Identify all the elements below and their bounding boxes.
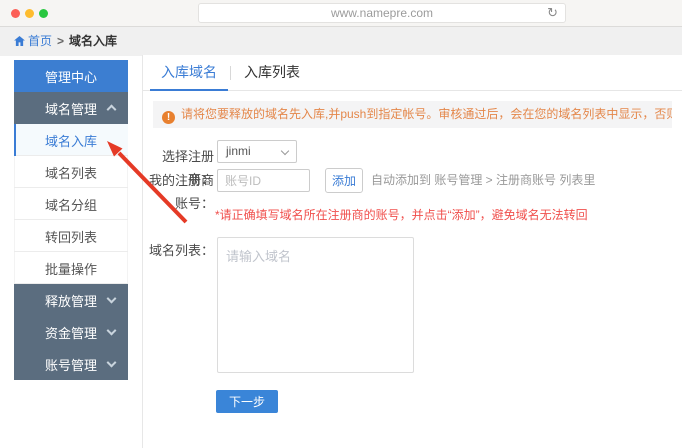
- sidebar: 管理中心 域名管理 域名入库 域名列表 域名分组 转回列表 批量操作 释放管理 …: [14, 60, 128, 380]
- tab-inbound-list[interactable]: 入库列表: [233, 55, 311, 91]
- sidebar-item-account-management[interactable]: 账号管理: [14, 348, 128, 380]
- tab-inbound-domains[interactable]: 入库域名: [150, 55, 228, 91]
- sidebar-item-domain-groups[interactable]: 域名分组: [14, 188, 128, 220]
- chevron-down-icon: [281, 147, 289, 155]
- sidebar-item-domain-list[interactable]: 域名列表: [14, 156, 128, 188]
- registrar-account-input[interactable]: [217, 169, 310, 192]
- next-step-button[interactable]: 下一步: [216, 390, 278, 413]
- tab-bar: 入库域名 入库列表: [143, 55, 682, 91]
- sidebar-item-fund-management[interactable]: 资金管理: [14, 316, 128, 348]
- sidebar-item-domain-inbound[interactable]: 域名入库: [14, 124, 128, 156]
- url-text: www.namepre.com: [199, 4, 565, 22]
- warning-text: *请正确填写域名所在注册商的账号，并点击“添加”，避免域名无法转回: [215, 206, 588, 223]
- minimize-window-icon[interactable]: [25, 9, 34, 18]
- chevron-up-icon: [107, 104, 117, 114]
- domain-list-label: 域名列表：: [143, 240, 214, 259]
- notice-banner: ! 请将您要释放的域名先入库,并push到指定帐号。审核通过后，会在您的域名列表中…: [153, 101, 672, 128]
- chevron-down-icon: [107, 358, 117, 368]
- breadcrumb-separator: >: [57, 34, 64, 48]
- browser-chrome: www.namepre.com ↻: [0, 0, 682, 27]
- breadcrumb-home-link[interactable]: 首页: [14, 34, 52, 48]
- registrar-select[interactable]: jinmi: [217, 140, 297, 163]
- breadcrumb: 首页 > 域名入库: [0, 27, 682, 56]
- tab-divider: [230, 66, 231, 80]
- main-panel: 入库域名 入库列表 ! 请将您要释放的域名先入库,并push到指定帐号。审核通过后…: [142, 55, 682, 448]
- registrar-select-value: jinmi: [226, 144, 251, 158]
- sidebar-item-transfer-back-list[interactable]: 转回列表: [14, 220, 128, 252]
- domain-list-textarea[interactable]: [217, 237, 414, 373]
- zoom-window-icon[interactable]: [39, 9, 48, 18]
- notice-text: 请将您要释放的域名先入库,并push到指定帐号。审核通过后，会在您的域名列表中显…: [181, 107, 672, 121]
- sidebar-item-release-management[interactable]: 释放管理: [14, 284, 128, 316]
- warning-circle-icon: !: [162, 111, 175, 124]
- close-window-icon[interactable]: [11, 9, 20, 18]
- app-window: www.namepre.com ↻ 首页 > 域名入库 管理中心 域名管理 域名入库…: [0, 0, 682, 448]
- sidebar-item-management-center[interactable]: 管理中心: [14, 60, 128, 92]
- address-bar[interactable]: www.namepre.com ↻: [198, 3, 566, 23]
- sidebar-item-batch-operations[interactable]: 批量操作: [14, 252, 128, 284]
- sidebar-item-domain-management[interactable]: 域名管理: [14, 92, 128, 124]
- breadcrumb-current: 域名入库: [69, 34, 117, 48]
- reload-icon[interactable]: ↻: [547, 4, 558, 22]
- window-controls: [11, 9, 48, 18]
- add-button[interactable]: 添加: [325, 168, 363, 193]
- chevron-down-icon: [107, 326, 117, 336]
- chevron-down-icon: [107, 294, 117, 304]
- registrar-account-label: 我的注册商账号：: [143, 169, 214, 215]
- home-icon: [14, 36, 25, 46]
- add-hint-text: 自动添加到 账号管理 > 注册商账号 列表里: [371, 168, 595, 193]
